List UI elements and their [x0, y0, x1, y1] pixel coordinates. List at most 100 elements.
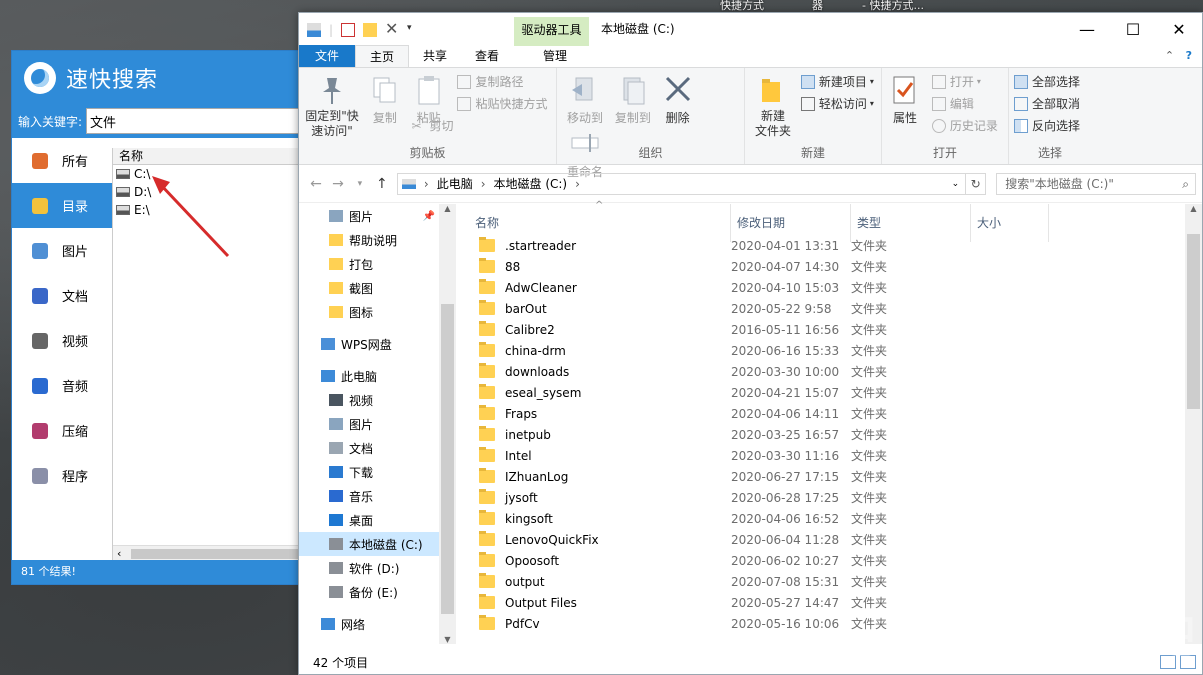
file-row[interactable]: eseal_sysem 2020-04-21 15:07 文件夹 — [469, 382, 1202, 403]
nav-item[interactable]: 视频 — [299, 388, 439, 412]
title-bar[interactable]: | ✕ ▾ 驱动器工具 本地磁盘 (C:) — ☐ ✕ — [299, 13, 1202, 46]
file-row[interactable]: IZhuanLog 2020-06-27 17:15 文件夹 — [469, 466, 1202, 487]
nav-scrollbar[interactable]: ▲ ▼ — [439, 204, 456, 644]
scroll-left-icon[interactable]: ‹ — [117, 547, 121, 560]
file-scrollbar-thumb[interactable] — [1187, 234, 1200, 409]
forward-arrow-icon[interactable]: → — [327, 176, 349, 192]
file-row[interactable]: Opoosoft 2020-06-02 10:27 文件夹 — [469, 550, 1202, 571]
file-row[interactable]: AdwCleaner 2020-04-10 15:03 文件夹 — [469, 277, 1202, 298]
breadcrumb-this-pc[interactable]: 此电脑 — [437, 175, 473, 192]
tab-share[interactable]: 共享 — [409, 45, 461, 67]
tab-view[interactable]: 查看 — [461, 45, 513, 67]
delete-icon[interactable]: ✕ — [385, 20, 399, 37]
recent-locations-icon[interactable]: ▾ — [349, 179, 371, 189]
search-app-titlebar[interactable]: 速快搜索 — [12, 51, 310, 104]
address-dropdown-icon[interactable]: ⌄ — [952, 179, 960, 189]
column-header-name[interactable]: 名称 — [113, 148, 311, 165]
scroll-up-icon[interactable]: ▲ — [439, 204, 456, 213]
nav-item[interactable]: 本地磁盘 (C:) — [299, 532, 439, 556]
sidebar-item[interactable]: 文档 — [12, 273, 112, 318]
nav-item[interactable]: 桌面 — [299, 508, 439, 532]
sidebar-item[interactable]: 音频 — [12, 363, 112, 408]
file-row[interactable]: jysoft 2020-06-28 17:25 文件夹 — [469, 487, 1202, 508]
copy-to-button[interactable]: 复制到 — [613, 72, 653, 126]
easy-access-button[interactable]: 轻松访问 ▾ — [800, 94, 874, 113]
tab-file[interactable]: 文件 — [299, 45, 355, 67]
file-row[interactable]: 88 2020-04-07 14:30 文件夹 — [469, 256, 1202, 277]
nav-item[interactable]: 图片 📌 — [299, 204, 439, 228]
file-row[interactable]: barOut 2020-05-22 9:58 文件夹 — [469, 298, 1202, 319]
history-button[interactable]: 历史记录 — [931, 116, 998, 135]
nav-item[interactable]: 软件 (D:) — [299, 556, 439, 580]
nav-item[interactable]: 下载 — [299, 460, 439, 484]
file-row[interactable]: kingsoft 2020-04-06 16:52 文件夹 — [469, 508, 1202, 529]
nav-item[interactable]: 图标 — [299, 300, 439, 324]
keyword-input[interactable] — [86, 108, 307, 134]
nav-item[interactable]: 截图 — [299, 276, 439, 300]
nav-item[interactable]: 此电脑 — [299, 364, 439, 388]
nav-item[interactable]: 备份 (E:) — [299, 580, 439, 604]
search-box[interactable]: 搜索"本地磁盘 (C:)" ⌕ — [996, 172, 1196, 195]
minimize-icon[interactable]: — — [1064, 13, 1110, 46]
new-folder-icon[interactable] — [363, 22, 378, 37]
file-row[interactable]: output 2020-07-08 15:31 文件夹 — [469, 571, 1202, 592]
nav-item[interactable]: WPS网盘 — [299, 332, 439, 356]
breadcrumb-local-disk[interactable]: 本地磁盘 (C:) — [494, 175, 568, 192]
help-icon[interactable]: ? — [1186, 49, 1192, 62]
scroll-down-icon[interactable]: ▼ — [439, 635, 456, 644]
file-row[interactable]: Intel 2020-03-30 11:16 文件夹 — [469, 445, 1202, 466]
nav-item[interactable]: 图片 — [299, 412, 439, 436]
file-row[interactable]: Fraps 2020-04-06 14:11 文件夹 — [469, 403, 1202, 424]
scroll-up-icon[interactable]: ▲ — [1185, 204, 1202, 213]
nav-item[interactable]: 帮助说明 — [299, 228, 439, 252]
pin-quick-access-button[interactable]: 固定到"快 速访问" — [304, 72, 360, 139]
delete-button[interactable]: 删除 — [661, 72, 695, 126]
move-to-button[interactable]: 移动到 — [565, 72, 605, 126]
drive-icon[interactable] — [307, 22, 321, 37]
nav-item[interactable]: 音乐 — [299, 484, 439, 508]
scrollbar-thumb[interactable] — [131, 549, 301, 559]
address-bar[interactable]: › 此电脑 › 本地磁盘 (C:) › ⌄ — [396, 172, 967, 195]
file-row[interactable]: Calibre2 2016-05-11 16:56 文件夹 — [469, 319, 1202, 340]
file-row[interactable]: china-drm 2020-06-16 15:33 文件夹 — [469, 340, 1202, 361]
nav-scrollbar-thumb[interactable] — [441, 304, 454, 614]
properties-icon[interactable] — [341, 22, 356, 37]
tab-home[interactable]: 主页 — [355, 45, 410, 67]
maximize-icon[interactable]: ☐ — [1110, 13, 1156, 46]
select-all-button[interactable]: 全部选择 — [1014, 72, 1080, 91]
sidebar-item[interactable]: 图片 — [12, 228, 112, 273]
customize-qat-icon[interactable]: ▾ — [407, 23, 421, 37]
nav-item[interactable]: 网络 — [299, 612, 439, 636]
tab-manage[interactable]: 管理 — [529, 45, 581, 67]
copy-button[interactable]: 复制 — [368, 72, 402, 126]
close-icon[interactable]: ✕ — [1156, 13, 1202, 46]
open-button[interactable]: 打开 ▾ — [931, 72, 998, 91]
properties-button[interactable]: 属性 — [890, 72, 920, 126]
edit-button[interactable]: 编辑 — [931, 94, 998, 113]
sidebar-item[interactable]: 目录 — [12, 183, 112, 228]
refresh-icon[interactable]: ↻ — [966, 172, 987, 195]
paste-shortcut-button[interactable]: 粘贴快捷方式 — [457, 94, 548, 113]
select-none-button[interactable]: 全部取消 — [1014, 94, 1080, 113]
new-folder-button[interactable]: 新建 文件夹 — [753, 72, 793, 139]
file-row[interactable]: downloads 2020-03-30 10:00 文件夹 — [469, 361, 1202, 382]
nav-item[interactable]: 文档 — [299, 436, 439, 460]
file-row[interactable]: inetpub 2020-03-25 16:57 文件夹 — [469, 424, 1202, 445]
new-item-button[interactable]: 新建项目 ▾ — [800, 72, 874, 91]
column-header-date[interactable]: 修改日期 — [731, 204, 851, 242]
column-header-size[interactable]: 大小 — [971, 204, 1049, 242]
file-row[interactable]: LenovoQuickFix 2020-06-04 11:28 文件夹 — [469, 529, 1202, 550]
sidebar-item[interactable]: 视频 — [12, 318, 112, 363]
sidebar-item[interactable]: 程序 — [12, 453, 112, 498]
up-arrow-icon[interactable]: ↑ — [371, 176, 393, 192]
sidebar-item[interactable]: 所有 — [12, 138, 112, 183]
collapse-ribbon-icon[interactable]: ⌃ — [1165, 49, 1174, 62]
nav-item[interactable]: 打包 — [299, 252, 439, 276]
back-arrow-icon[interactable]: ← — [305, 176, 327, 192]
file-list-scrollbar[interactable]: ▲ — [1185, 204, 1202, 644]
cut-button[interactable]: ✂ 剪切 — [411, 116, 547, 135]
invert-selection-button[interactable]: 反向选择 — [1014, 116, 1080, 135]
sidebar-item[interactable]: 压缩 — [12, 408, 112, 453]
copy-path-button[interactable]: 复制路径 — [457, 72, 547, 91]
file-row[interactable]: .startreader 2020-04-01 13:31 文件夹 — [469, 235, 1202, 256]
